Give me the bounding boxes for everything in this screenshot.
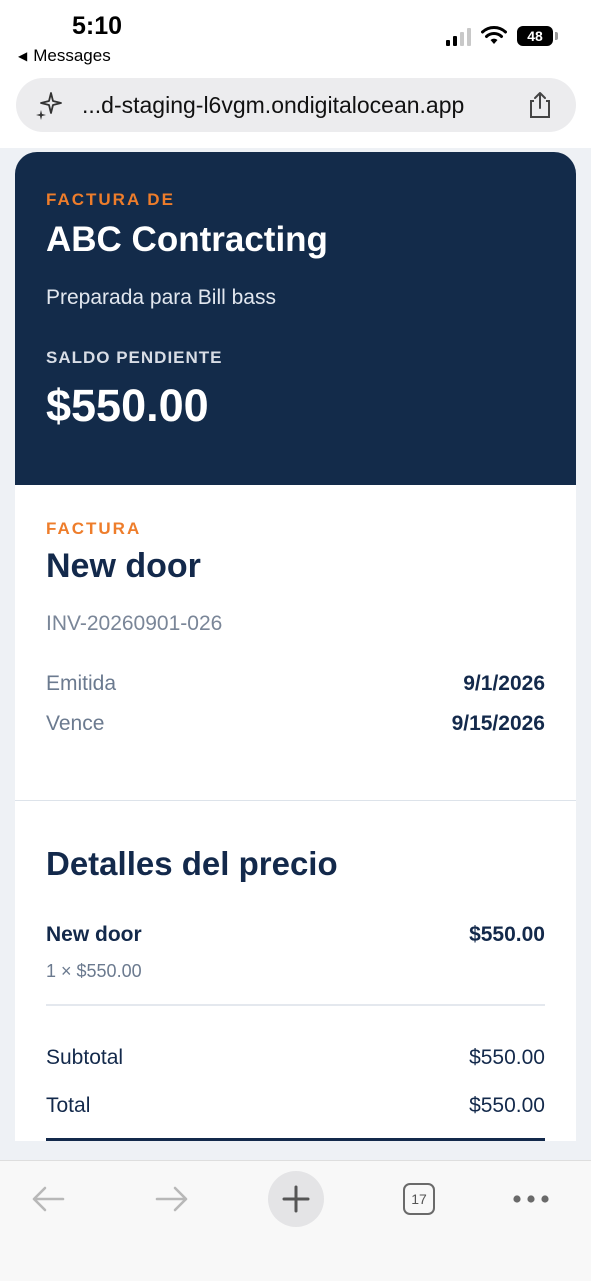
due-row: Vence 9/15/2026 (46, 712, 545, 736)
back-triangle-icon: ◀ (18, 49, 28, 63)
cellular-signal-icon (446, 26, 471, 46)
back-to-app-link[interactable]: ◀ Messages (18, 46, 111, 66)
new-tab-button[interactable] (268, 1171, 324, 1227)
arrow-right-icon (155, 1186, 188, 1212)
web-page: FACTURA DE ABC Contracting Preparada par… (0, 148, 591, 1160)
arrow-left-icon (32, 1186, 65, 1212)
tab-count: 17 (403, 1183, 435, 1215)
line-item-amount: $550.00 (469, 923, 545, 946)
system-icons: 48 (446, 26, 558, 46)
invoice-summary: FACTURA New door INV-20260901-026 Emitid… (15, 485, 576, 801)
status-bar: 5:10 ◀ Messages 48 (0, 0, 591, 70)
total-divider (46, 1137, 545, 1141)
subtotal-row: Subtotal $550.00 (46, 1046, 545, 1070)
hero-eyebrow: FACTURA DE (46, 190, 175, 209)
balance-amount: $550.00 (46, 380, 209, 431)
issued-value: 9/1/2026 (463, 672, 545, 695)
total-value: $550.00 (469, 1093, 545, 1117)
back-app-label: Messages (33, 46, 111, 65)
status-time: 5:10 (72, 12, 123, 40)
company-name: ABC Contracting (46, 220, 328, 259)
battery-icon: 48 (517, 26, 558, 46)
ellipsis-icon (513, 1195, 549, 1203)
pricing-details: Detalles del precio New door $550.00 1 ×… (15, 801, 576, 1141)
subtotal-label: Subtotal (46, 1045, 124, 1069)
subtotal-value: $550.00 (469, 1045, 545, 1069)
total-label: Total (46, 1093, 91, 1117)
balance-label: SALDO PENDIENTE (46, 348, 223, 367)
invoice-eyebrow: FACTURA (46, 519, 142, 538)
invoice-card: FACTURA DE ABC Contracting Preparada par… (15, 152, 576, 1141)
wifi-icon (481, 26, 507, 44)
share-icon[interactable] (526, 90, 554, 120)
forward-button[interactable] (148, 1171, 196, 1227)
more-menu-button[interactable] (506, 1171, 556, 1227)
invoice-number: INV-20260901-026 (46, 612, 223, 635)
plus-icon (282, 1185, 310, 1213)
due-label: Vence (46, 712, 105, 735)
url-text[interactable]: ...d-staging-l6vgm.ondigitalocean.app (82, 92, 522, 119)
divider (46, 1004, 545, 1006)
line-item-qty: 1 × $550.00 (46, 961, 142, 981)
invoice-hero: FACTURA DE ABC Contracting Preparada par… (15, 152, 576, 485)
total-row: Total $550.00 (46, 1094, 545, 1118)
tabs-button[interactable]: 17 (396, 1171, 442, 1227)
issued-row: Emitida 9/1/2026 (46, 672, 545, 696)
invoice-title: New door (46, 547, 201, 585)
back-button[interactable] (24, 1171, 72, 1227)
line-item-name: New door (46, 923, 142, 946)
sparkle-icon[interactable] (34, 90, 64, 120)
pricing-title: Detalles del precio (46, 845, 338, 882)
prepared-for: Preparada para Bill bass (46, 286, 276, 309)
issued-label: Emitida (46, 672, 117, 695)
due-value: 9/15/2026 (451, 712, 545, 735)
browser-toolbar: 17 (0, 1160, 591, 1281)
line-item: New door $550.00 (46, 923, 545, 947)
address-bar[interactable]: ...d-staging-l6vgm.ondigitalocean.app (16, 78, 576, 132)
